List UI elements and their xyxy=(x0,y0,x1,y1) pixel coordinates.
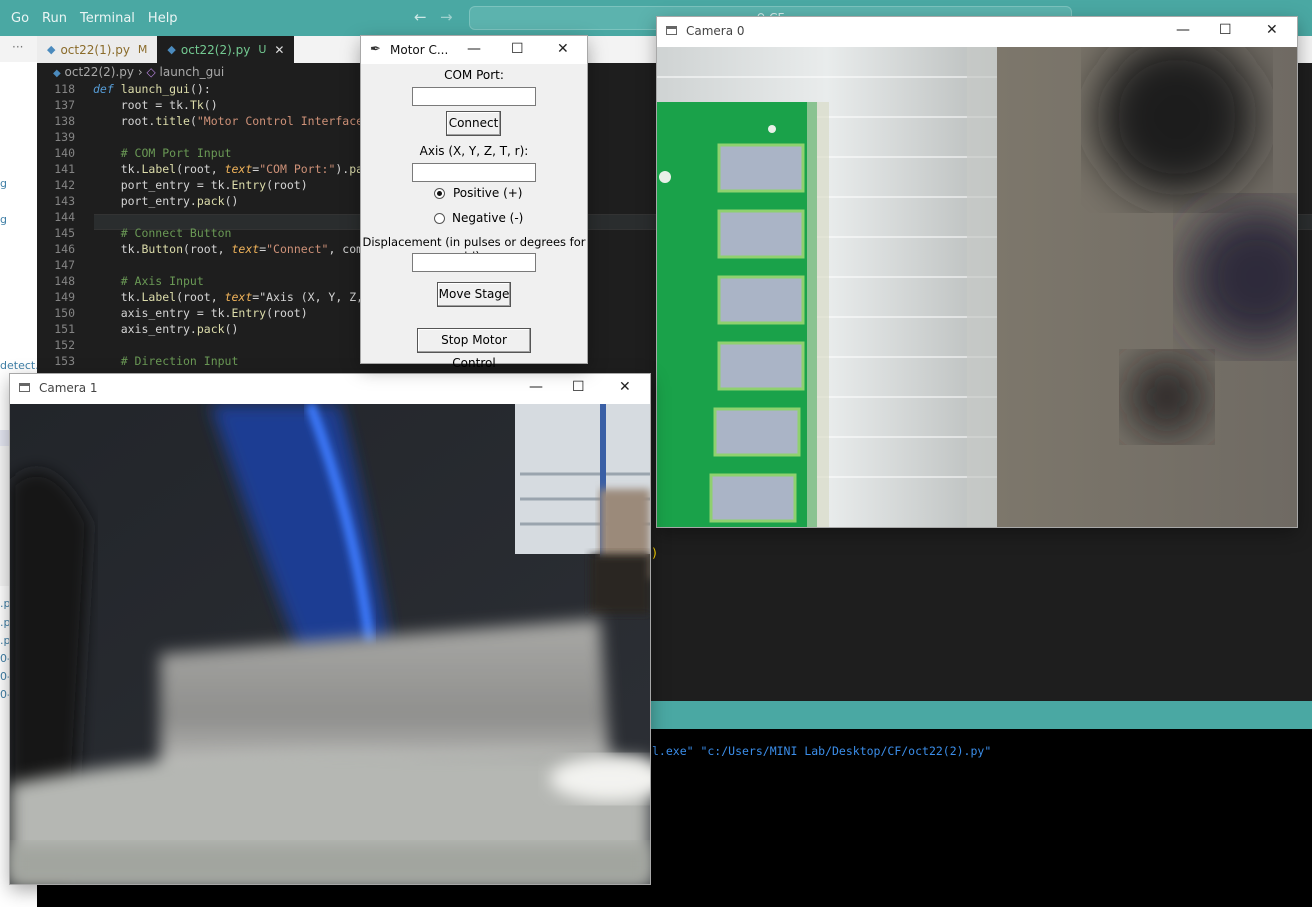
stop-motor-control-button[interactable]: Stop Motor Control xyxy=(417,328,531,370)
camera-1-window[interactable]: Camera 1 — ☐ ✕ xyxy=(10,374,650,884)
line-number: 151 xyxy=(54,322,75,336)
code-line[interactable]: tk.Label(root, text="COM Port:").pack( xyxy=(93,162,384,176)
tab-status: U xyxy=(258,43,267,56)
camera-1-feed xyxy=(10,404,650,884)
positive-label[interactable]: Positive (+) xyxy=(453,186,523,200)
motor-control-body: COM Port: Connect Axis (X, Y, Z, T, r): … xyxy=(361,64,587,370)
line-number: 145 xyxy=(54,226,75,240)
window-app-icon xyxy=(19,383,30,392)
code-line[interactable]: tk.Label(root, text="Axis (X, Y, Z, T, xyxy=(93,290,384,304)
line-number: 139 xyxy=(54,130,75,144)
line-number: 148 xyxy=(54,274,75,288)
forward-arrow-icon[interactable]: → xyxy=(440,8,453,26)
tab-oct22-1[interactable]: ◆ oct22(1).py M xyxy=(37,36,158,63)
move-stage-button[interactable]: Move Stage xyxy=(437,282,511,307)
python-file-icon: ◆ xyxy=(47,43,56,56)
menu-go[interactable]: Go xyxy=(0,11,29,26)
explorer-item[interactable]: .p xyxy=(0,616,10,629)
line-number: 140 xyxy=(54,146,75,160)
code-line[interactable]: axis_entry = tk.Entry(root) xyxy=(93,306,308,320)
explorer-item[interactable]: .p xyxy=(0,634,10,647)
line-number: 147 xyxy=(54,258,75,272)
function-symbol-icon: ◇ xyxy=(146,65,156,79)
menu-help[interactable]: Help xyxy=(137,11,178,26)
camera-0-window[interactable]: Camera 0 — ☐ ✕ xyxy=(657,17,1297,527)
explorer-item[interactable]: g xyxy=(0,177,7,190)
axis-label: Axis (X, Y, Z, T, r): xyxy=(419,144,529,158)
code-line[interactable]: # Axis Input xyxy=(93,274,204,288)
code-line[interactable]: # Direction Input xyxy=(93,354,239,368)
positive-radio[interactable] xyxy=(434,188,445,199)
menu-terminal[interactable]: Terminal xyxy=(69,11,135,26)
code-line[interactable]: def launch_gui(): xyxy=(93,82,211,96)
code-line[interactable]: port_entry.pack() xyxy=(93,194,239,208)
code-line[interactable]: # COM Port Input xyxy=(93,146,232,160)
line-number: 143 xyxy=(54,194,75,208)
camera-0-titlebar[interactable]: Camera 0 — ☐ ✕ xyxy=(657,17,1297,47)
close-icon[interactable]: ✕ xyxy=(557,41,569,57)
menu-run[interactable]: Run xyxy=(31,11,67,26)
code-line[interactable]: axis_entry.pack() xyxy=(93,322,239,336)
window-app-icon xyxy=(666,26,677,35)
maximize-icon[interactable]: ☐ xyxy=(511,41,524,57)
line-number: 118 xyxy=(54,82,75,96)
explorer-item[interactable]: g xyxy=(0,213,7,226)
camera-0-feed xyxy=(657,47,1297,527)
terminal-command: l.exe" "c:/Users/MINI Lab/Desktop/CF/oct… xyxy=(652,744,992,758)
tab-status: M xyxy=(137,43,148,56)
axis-input[interactable] xyxy=(412,163,536,182)
close-icon[interactable]: ✕ xyxy=(619,379,631,395)
line-number: 141 xyxy=(54,162,75,176)
tab-oct22-2[interactable]: ◆ oct22(2).py U ✕ xyxy=(157,36,295,63)
close-icon[interactable]: ✕ xyxy=(1266,22,1278,38)
camera-1-titlebar[interactable]: Camera 1 — ☐ ✕ xyxy=(10,374,650,404)
explorer-more-icon[interactable]: ··· xyxy=(0,36,37,62)
code-line[interactable]: root = tk.Tk() xyxy=(93,98,218,112)
minimize-icon[interactable]: — xyxy=(529,379,543,395)
tab-label: oct22(2).py xyxy=(180,42,251,57)
negative-label[interactable]: Negative (-) xyxy=(452,211,523,225)
line-number: 150 xyxy=(54,306,75,320)
line-number: 146 xyxy=(54,242,75,256)
line-number: 137 xyxy=(54,98,75,112)
tk-feather-icon: ✒ xyxy=(370,42,381,57)
maximize-icon[interactable]: ☐ xyxy=(572,379,585,395)
code-line[interactable]: root.title("Motor Control Interface") xyxy=(93,114,377,128)
paren-fragment: ) xyxy=(651,546,659,560)
com-port-input[interactable] xyxy=(412,87,536,106)
negative-radio[interactable] xyxy=(434,213,445,224)
displacement-input[interactable] xyxy=(412,253,536,272)
line-number: 149 xyxy=(54,290,75,304)
close-icon[interactable]: ✕ xyxy=(274,43,284,57)
code-line[interactable]: tk.Button(root, text="Connect", comman xyxy=(93,242,384,256)
line-number: 138 xyxy=(54,114,75,128)
motor-control-window[interactable]: ✒ Motor C... — ☐ ✕ COM Port: Connect Axi… xyxy=(361,36,587,370)
maximize-icon[interactable]: ☐ xyxy=(1219,22,1232,38)
explorer-item[interactable]: .p xyxy=(0,597,10,610)
line-number: 142 xyxy=(54,178,75,192)
python-file-icon: ◆ xyxy=(53,68,61,79)
menu-bar: Go Run Terminal Help xyxy=(0,0,180,36)
code-line[interactable]: port_entry = tk.Entry(root) xyxy=(93,178,308,192)
python-file-icon: ◆ xyxy=(167,43,176,56)
code-line[interactable]: # Connect Button xyxy=(93,226,232,240)
minimize-icon[interactable]: — xyxy=(1176,22,1190,38)
breadcrumb-symbol[interactable]: launch_gui xyxy=(160,65,225,79)
minimize-icon[interactable]: — xyxy=(467,41,481,57)
com-port-label: COM Port: xyxy=(444,68,504,82)
motor-control-titlebar[interactable]: ✒ Motor C... — ☐ ✕ xyxy=(361,36,587,64)
camera-0-title: Camera 0 xyxy=(686,24,745,38)
line-number: 144 xyxy=(54,210,75,224)
tab-label: oct22(1).py xyxy=(60,42,130,57)
back-arrow-icon[interactable]: ← xyxy=(414,8,427,26)
connect-button[interactable]: Connect xyxy=(446,111,501,136)
line-number: 153 xyxy=(54,354,75,368)
breadcrumb-file[interactable]: oct22(2).py xyxy=(65,65,134,79)
motor-control-title: Motor C... xyxy=(390,43,449,57)
line-number: 152 xyxy=(54,338,75,352)
camera-1-title: Camera 1 xyxy=(39,381,98,395)
